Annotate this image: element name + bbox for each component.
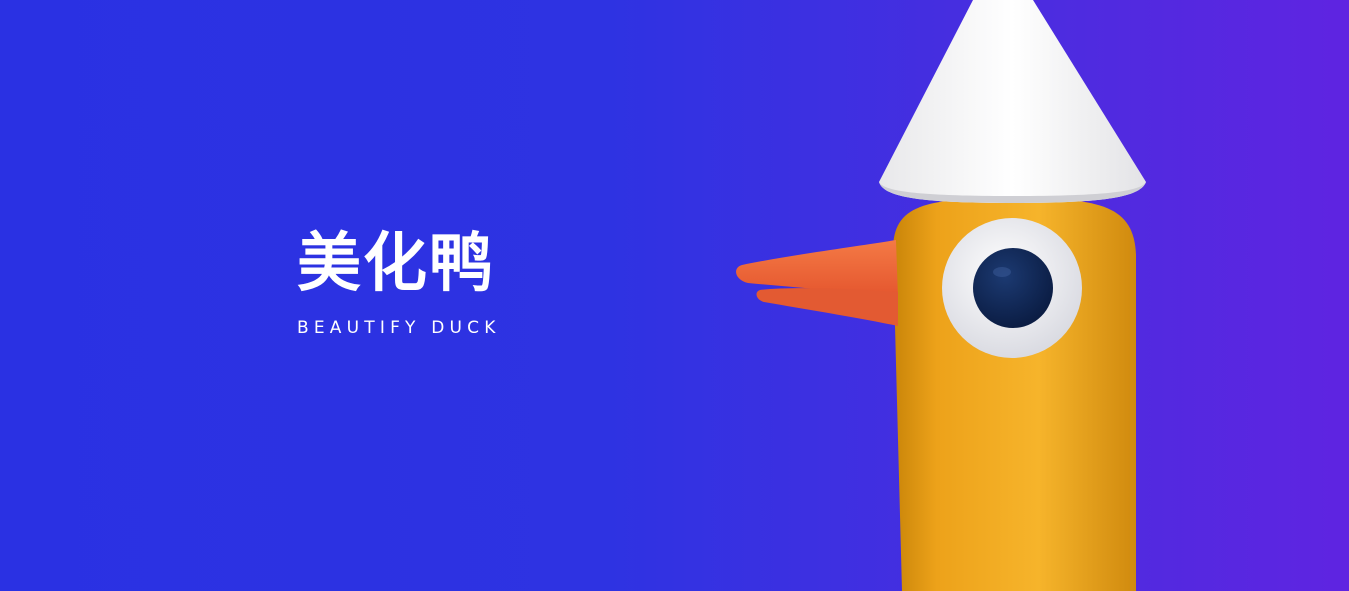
eye-icon <box>942 218 1082 358</box>
duck-mascot-icon <box>736 0 1146 591</box>
hero-banner: 美化鸭 BEAUTIFY DUCK <box>0 0 1349 591</box>
beak-icon <box>736 240 898 326</box>
party-hat-icon <box>879 0 1146 203</box>
